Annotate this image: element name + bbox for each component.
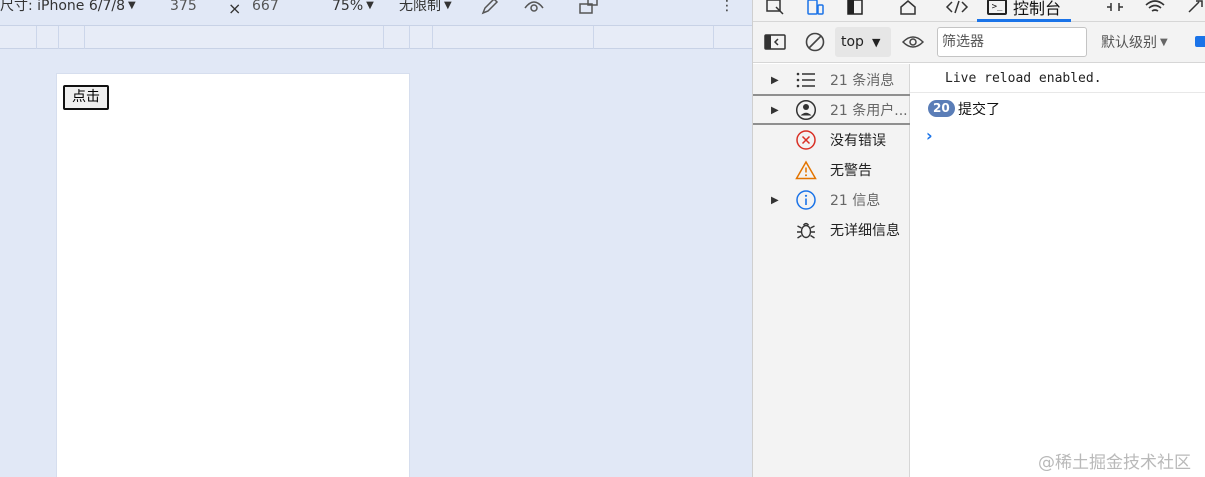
console-message-text: 提交了 xyxy=(958,102,1000,118)
bug-icon xyxy=(795,219,817,241)
sidebar-item-label: 无警告 xyxy=(830,163,872,179)
sidebar-item-info[interactable]: ▶ 21 信息 xyxy=(753,185,910,215)
sidebar-item-messages[interactable]: ▶ 21 条消息 xyxy=(753,65,910,95)
dock-icon[interactable] xyxy=(843,0,867,18)
live-expression-eye-icon[interactable] xyxy=(901,30,925,54)
info-icon xyxy=(795,189,817,211)
devtools-panel: >_ 控制台 top ▼ 筛选器 默认级别 ▼ ▶ 21 条消息 ▶ 21 条用… xyxy=(752,0,1205,477)
ruler-tick xyxy=(84,26,85,49)
device-toolbar: 尺寸: iPhone 6/7/8 ▼ 375 × 667 75% ▼ 无限制 ▼… xyxy=(0,0,752,25)
error-icon xyxy=(795,129,817,151)
page-viewport: 点击 xyxy=(56,73,410,477)
sidebar-item-errors[interactable]: 没有错误 xyxy=(753,125,910,155)
clear-console-icon[interactable] xyxy=(803,30,827,54)
sidebar-item-user-messages[interactable]: ▶ 21 条用户... xyxy=(753,95,910,125)
repeat-count-badge: 20 xyxy=(928,100,955,117)
console-toolbar: top ▼ 默认级别 ▼ xyxy=(753,22,1205,63)
ruler-tick xyxy=(58,26,59,49)
sidebar-toggle-icon[interactable] xyxy=(763,30,787,54)
media-query-ruler xyxy=(0,25,752,49)
times-symbol: × xyxy=(228,0,242,18)
wifi-icon[interactable] xyxy=(1143,0,1167,18)
console-output: Live reload enabled. 20 提交了 › xyxy=(910,64,1205,477)
throttle-label: 无限制 xyxy=(399,0,441,14)
home-icon[interactable] xyxy=(896,0,920,18)
zoom-select[interactable]: 75% ▼ xyxy=(332,0,374,18)
devtools-tabbar: >_ 控制台 xyxy=(753,0,1205,22)
chevron-down-icon: ▼ xyxy=(444,0,452,11)
device-select-label: 尺寸: iPhone 6/7/8 xyxy=(0,0,126,14)
throttle-select[interactable]: 无限制 ▼ xyxy=(399,0,452,18)
console-prompt-icon[interactable]: › xyxy=(926,126,933,145)
ruler-tick xyxy=(593,26,594,49)
warning-icon xyxy=(795,159,817,181)
filter-input[interactable] xyxy=(937,27,1087,57)
tab-console[interactable]: >_ 控制台 xyxy=(977,0,1072,22)
sidebar-item-label: 没有错误 xyxy=(830,133,886,149)
more-tools-icon[interactable] xyxy=(1183,0,1205,18)
sidebar-item-label: 无详细信息 xyxy=(830,223,900,239)
device-select[interactable]: 尺寸: iPhone 6/7/8 ▼ xyxy=(0,0,136,18)
console-icon: >_ xyxy=(987,0,1007,15)
console-message: 20 提交了 xyxy=(910,94,1205,122)
sensor-icon[interactable] xyxy=(523,0,545,18)
sidebar-item-label: 21 信息 xyxy=(830,193,881,209)
context-label: top xyxy=(841,34,864,50)
user-icon xyxy=(795,99,817,121)
device-area: 点击 xyxy=(0,49,752,477)
ruler-tick xyxy=(432,26,433,49)
sidebar-item-label: 21 条用户... xyxy=(830,103,908,119)
context-select[interactable]: top ▼ xyxy=(835,27,891,57)
width-input[interactable]: 375 xyxy=(170,0,197,18)
expand-arrow-icon[interactable]: ▶ xyxy=(771,105,779,116)
expand-arrow-icon[interactable]: ▶ xyxy=(771,75,779,86)
log-levels-label: 默认级别 xyxy=(1101,35,1157,51)
tab-console-label: 控制台 xyxy=(1013,0,1062,18)
sidebar-item-verbose[interactable]: 无详细信息 xyxy=(753,215,910,245)
rotate-icon[interactable] xyxy=(578,0,600,18)
zoom-label: 75% xyxy=(332,0,364,14)
console-message: Live reload enabled. xyxy=(910,64,1205,93)
chevron-down-icon: ▼ xyxy=(1160,36,1168,48)
list-icon xyxy=(795,69,817,91)
bug-tab-icon[interactable] xyxy=(1103,0,1127,18)
inspect-icon[interactable] xyxy=(763,0,787,18)
console-sidebar: ▶ 21 条消息 ▶ 21 条用户... 没有错误 无警告 ▶ 21 信息 无详… xyxy=(753,64,910,477)
pen-icon[interactable] xyxy=(480,0,500,18)
chevron-down-icon: ▼ xyxy=(871,35,881,49)
more-options-icon[interactable]: ⋮ xyxy=(720,0,734,18)
height-input[interactable]: 667 xyxy=(252,0,279,18)
ruler-tick xyxy=(409,26,410,49)
expand-arrow-icon[interactable]: ▶ xyxy=(771,195,779,206)
app-window: 尺寸: iPhone 6/7/8 ▼ 375 × 667 75% ▼ 无限制 ▼… xyxy=(0,0,1205,477)
sidebar-item-warnings[interactable]: 无警告 xyxy=(753,155,910,185)
watermark: @稀土掘金技术社区 xyxy=(1038,453,1191,473)
elements-icon[interactable] xyxy=(945,0,969,18)
chevron-down-icon: ▼ xyxy=(366,0,374,11)
ruler-tick xyxy=(383,26,384,49)
console-message-text: Live reload enabled. xyxy=(945,71,1102,86)
device-toggle-icon[interactable] xyxy=(803,0,827,18)
sidebar-item-label: 21 条消息 xyxy=(830,73,895,89)
chevron-down-icon: ▼ xyxy=(128,0,136,11)
click-button[interactable]: 点击 xyxy=(63,85,109,110)
ruler-tick xyxy=(36,26,37,49)
ruler-tick xyxy=(713,26,714,49)
issues-badge-icon[interactable] xyxy=(1195,36,1205,47)
log-levels-select[interactable]: 默认级别 ▼ xyxy=(1101,27,1168,57)
